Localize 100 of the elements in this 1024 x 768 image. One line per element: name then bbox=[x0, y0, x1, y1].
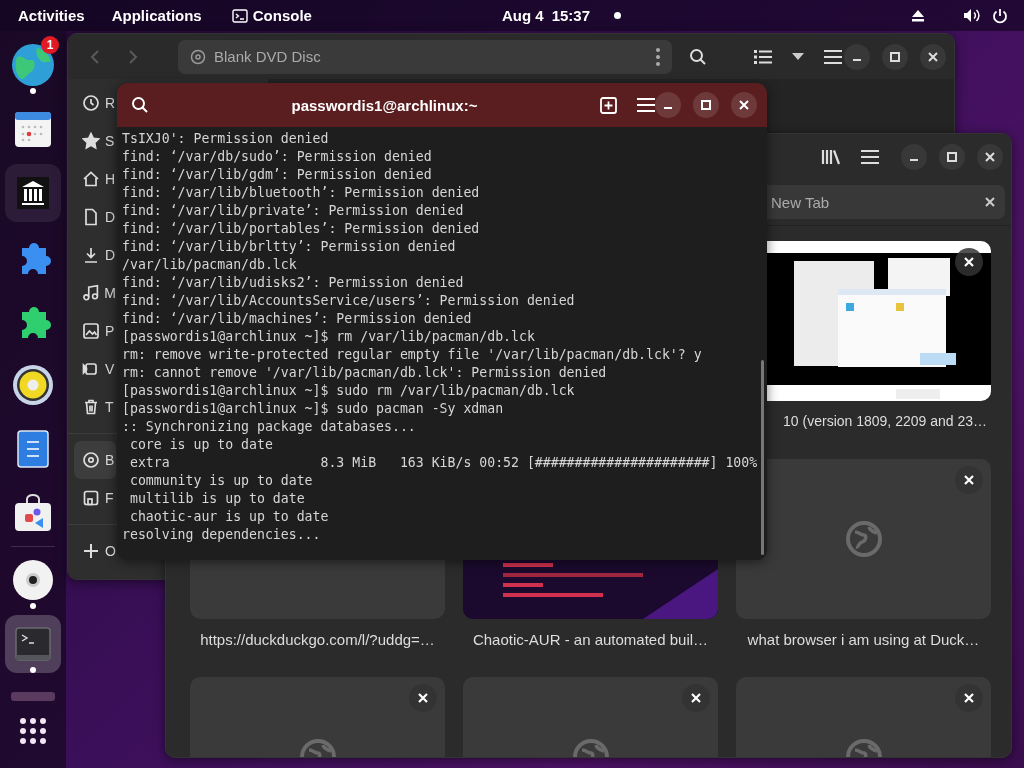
tile-title[interactable]: https://duckduckgo.com/l/?uddg=… bbox=[200, 631, 435, 648]
menu-icon[interactable] bbox=[861, 149, 879, 164]
menu-icon[interactable] bbox=[824, 49, 842, 64]
search-icon[interactable] bbox=[131, 96, 149, 114]
scrollbar[interactable] bbox=[761, 360, 764, 555]
clock-date[interactable]: Aug 4 bbox=[502, 7, 544, 24]
terminal-line: find: ‘/var/lib/portables’: Permission denied bbox=[122, 220, 481, 238]
remove-button[interactable] bbox=[682, 684, 710, 712]
close-button[interactable] bbox=[977, 143, 1003, 170]
tile-title[interactable]: 10 (version 1809, 2209 and 23… bbox=[783, 413, 987, 429]
terminal-icon bbox=[15, 626, 51, 662]
maximize-button[interactable] bbox=[882, 43, 908, 70]
back-icon bbox=[90, 48, 100, 65]
close-icon bbox=[964, 693, 974, 703]
sidebar-item[interactable]: S bbox=[74, 122, 116, 160]
close-button[interactable] bbox=[731, 92, 757, 118]
volume-icon[interactable] bbox=[963, 8, 981, 23]
speaker-icon bbox=[12, 364, 54, 406]
sidebar-item[interactable]: H bbox=[74, 160, 116, 198]
list-view-icon[interactable] bbox=[754, 48, 772, 65]
sidebar-icon bbox=[82, 170, 100, 188]
site-tile[interactable] bbox=[190, 559, 445, 619]
dock-item[interactable] bbox=[5, 164, 61, 222]
terminal-line: /var/lib/pacman/db.lck bbox=[122, 256, 298, 274]
eject-icon[interactable] bbox=[911, 9, 925, 22]
app-icon bbox=[11, 691, 55, 701]
terminal-line: rm: remove write-protected regular empty file '/var/lib/pacman/db.lck'? y bbox=[122, 346, 703, 364]
sidebar-icon bbox=[82, 284, 100, 302]
clock-time[interactable]: 15:37 bbox=[551, 7, 591, 24]
sidebar-icon bbox=[82, 360, 100, 378]
remove-button[interactable] bbox=[955, 466, 983, 494]
minimize-button[interactable] bbox=[901, 143, 927, 170]
close-button[interactable] bbox=[920, 43, 946, 70]
disc-icon bbox=[190, 48, 206, 65]
terminal-line: find: ‘/var/lib/AccountsService/users’: Permission denied bbox=[122, 292, 576, 310]
calendar-icon bbox=[14, 110, 52, 148]
terminal-line: multilib is up to date bbox=[128, 490, 306, 508]
sidebar-icon bbox=[82, 322, 100, 340]
minimize-button[interactable] bbox=[844, 43, 870, 70]
terminal-line: find: ‘/var/lib/brltty’: Permission denied bbox=[122, 238, 457, 256]
terminal-line: rm: cannot remove '/var/lib/pacman/db.lck': Permission denied bbox=[122, 364, 608, 382]
app-menu[interactable]: Console bbox=[252, 7, 312, 24]
close-icon bbox=[964, 257, 974, 267]
remove-button[interactable] bbox=[955, 684, 983, 712]
sidebar-icon bbox=[82, 451, 100, 469]
sidebar-item[interactable]: D bbox=[74, 198, 116, 236]
terminal-line: :: Synchronizing package databases... bbox=[122, 418, 417, 436]
terminal-line: [passwordis1@archlinux ~]$ rm /var/lib/pacman/db.lck bbox=[122, 328, 536, 346]
terminal-line: community is up to date bbox=[128, 472, 314, 490]
sidebar-icon bbox=[82, 94, 100, 112]
minimize-icon bbox=[852, 58, 862, 61]
close-icon bbox=[928, 51, 938, 62]
terminal-line: extra 8.3 MiB 163 KiB/s 00:52 [######################] 100% bbox=[128, 454, 759, 472]
remove-button[interactable] bbox=[409, 684, 437, 712]
maximize-button[interactable] bbox=[693, 92, 719, 118]
maximize-icon bbox=[947, 151, 957, 162]
terminal-line: find: ‘/var/lib/gdm’: Permission denied bbox=[122, 166, 433, 184]
sidebar-item[interactable]: M bbox=[74, 274, 116, 312]
sidebar-item[interactable]: T bbox=[74, 388, 116, 426]
minimize-button[interactable] bbox=[655, 92, 681, 118]
sidebar-icon bbox=[82, 246, 100, 264]
more-icon[interactable] bbox=[656, 47, 660, 66]
sidebar-icon bbox=[82, 489, 100, 507]
power-icon[interactable] bbox=[992, 7, 1008, 24]
globe-icon bbox=[844, 520, 883, 558]
sidebar-item[interactable]: F bbox=[74, 479, 116, 517]
maximize-button[interactable] bbox=[939, 143, 965, 170]
activities-button[interactable]: Activities bbox=[18, 7, 85, 24]
terminal-line: resolving dependencies... bbox=[122, 526, 322, 544]
sidebar-item[interactable]: P bbox=[74, 312, 116, 350]
applications-menu[interactable]: Applications bbox=[111, 7, 202, 24]
location-text: Blank DVD Disc bbox=[214, 48, 322, 65]
tile-title[interactable]: what browser i am using at Duck… bbox=[747, 631, 980, 648]
dock-item[interactable]: 1 bbox=[5, 36, 61, 94]
document-icon bbox=[17, 430, 49, 468]
minimize-icon bbox=[909, 158, 919, 161]
disc-icon bbox=[12, 559, 54, 601]
browser-tab[interactable]: New Tab bbox=[767, 185, 1005, 219]
sidebar-icon bbox=[82, 398, 100, 416]
tile-title[interactable]: Chaotic-AUR - an automated buil… bbox=[472, 631, 709, 648]
search-icon[interactable] bbox=[689, 47, 707, 66]
notification-dot-icon bbox=[614, 12, 622, 19]
sidebar-item[interactable]: R bbox=[74, 84, 116, 122]
close-icon[interactable] bbox=[985, 197, 995, 207]
close-icon bbox=[964, 475, 974, 485]
location-bar[interactable]: Blank DVD Disc bbox=[178, 39, 672, 74]
caret-icon[interactable] bbox=[792, 52, 804, 61]
window-title: passwordis1@archlinux:~ bbox=[290, 96, 479, 114]
new-tab-icon[interactable] bbox=[600, 96, 617, 114]
terminal-icon bbox=[231, 8, 248, 23]
close-icon bbox=[691, 693, 701, 703]
forward-icon bbox=[128, 48, 138, 65]
terminal-line: find: ‘/var/lib/machines’: Permission denied bbox=[122, 310, 473, 328]
sidebar-item[interactable]: V bbox=[74, 350, 116, 388]
terminal-line: find: ‘/var/db/sudo’: Permission denied bbox=[122, 148, 433, 166]
library-icon[interactable] bbox=[821, 148, 841, 165]
sidebar-item[interactable]: O bbox=[74, 532, 116, 570]
sidebar-item[interactable]: D bbox=[74, 236, 116, 274]
tab-title: New Tab bbox=[771, 193, 830, 211]
sidebar-item[interactable]: B bbox=[74, 441, 116, 479]
